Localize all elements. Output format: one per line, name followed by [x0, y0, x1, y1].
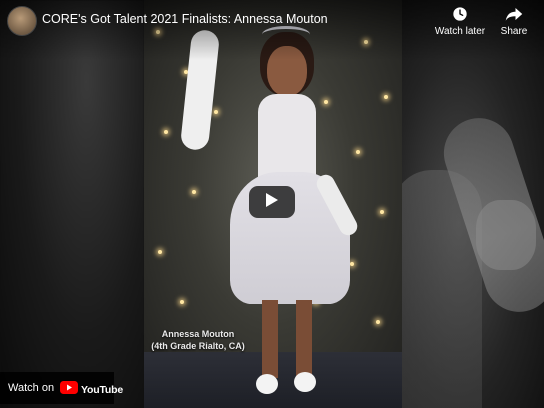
watch-on-label: Watch on	[8, 382, 55, 394]
watch-on-youtube-button[interactable]: Watch on YouTube	[0, 372, 123, 404]
caption-name: Annessa Mouton	[161, 329, 235, 339]
video-caption: Annessa Mouton (4th Grade Rialto, CA)	[146, 328, 250, 352]
leg-right	[296, 300, 312, 378]
clock-icon	[430, 6, 490, 22]
video-title-link[interactable]: CORE's Got Talent 2021 Finalists: Anness…	[42, 12, 328, 26]
watch-later-label: Watch later	[434, 26, 486, 37]
youtube-logo-icon	[60, 381, 78, 399]
share-label: Share	[500, 26, 528, 37]
leg-left	[262, 300, 278, 378]
video-frame-left-blur	[0, 0, 144, 408]
play-icon	[265, 192, 279, 213]
channel-avatar[interactable]	[7, 6, 37, 36]
shoe-right	[294, 372, 316, 392]
video-player[interactable]: Annessa Mouton (4th Grade Rialto, CA) CO…	[0, 0, 544, 408]
play-button[interactable]	[249, 186, 295, 218]
youtube-wordmark: YouTube	[81, 384, 123, 396]
caption-details: (4th Grade Rialto, CA)	[151, 341, 245, 351]
blurred-glove	[476, 200, 536, 270]
youtube-logo: YouTube	[60, 381, 123, 399]
video-frame-right-blur	[392, 0, 544, 408]
shoe-left	[256, 374, 278, 394]
watch-later-button[interactable]: Watch later	[430, 6, 490, 37]
share-arrow-icon	[484, 6, 544, 22]
share-button[interactable]: Share	[484, 6, 544, 37]
